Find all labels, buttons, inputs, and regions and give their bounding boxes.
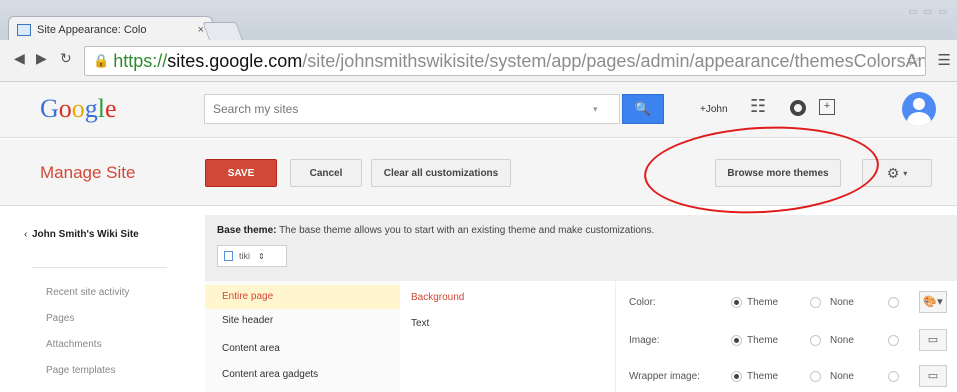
- image-theme-label: Theme: [747, 335, 779, 346]
- color-picker-button[interactable]: 🎨▾: [919, 291, 947, 313]
- apps-grid-icon[interactable]: ☷: [750, 96, 766, 117]
- color-none-radio[interactable]: [810, 297, 821, 308]
- manage-site-bar: Manage Site SAVE Cancel Clear all custom…: [0, 139, 957, 206]
- browser-toolbar: ◀ ▶ ↻ 🔒 https://sites.google.com/site/jo…: [0, 40, 957, 82]
- section-site-header[interactable]: Site header: [205, 309, 400, 333]
- sidebar-item-page-templates[interactable]: Page templates: [46, 365, 116, 376]
- wrapper-none-radio[interactable]: [810, 371, 821, 382]
- forward-arrow-icon[interactable]: ▶: [36, 50, 47, 67]
- sites-favicon-icon: [17, 23, 31, 36]
- element-list: Background Text: [400, 281, 615, 392]
- search-icon: 🔍: [634, 101, 652, 116]
- screen: Site Appearance: Colo × ▭ ▭ ▭ ◀ ▶ ↻ 🔒 ht…: [0, 0, 957, 392]
- image-label: Image:: [629, 335, 660, 346]
- browser-tab[interactable]: Site Appearance: Colo ×: [8, 16, 213, 42]
- color-theme-label: Theme: [747, 297, 779, 308]
- image-theme-radio[interactable]: [731, 335, 742, 346]
- bookmark-star-icon[interactable]: ☆: [906, 51, 921, 71]
- base-theme-panel: Base theme: The base theme allows you to…: [205, 215, 957, 281]
- gear-icon: ⚙: [886, 164, 900, 181]
- url-text: https://sites.google.com/site/johnsmiths…: [113, 50, 926, 71]
- wrapper-image-label: Wrapper image:: [629, 371, 700, 382]
- select-arrows-icon: ⇕: [258, 251, 265, 261]
- color-label: Color:: [629, 297, 656, 308]
- sidebar-item-recent-activity[interactable]: Recent site activity: [46, 287, 129, 298]
- section-list: Entire page Site header Content area Con…: [205, 281, 400, 392]
- image-none-radio[interactable]: [810, 335, 821, 346]
- section-content-area-gadgets[interactable]: Content area gadgets: [205, 363, 400, 387]
- settings-menu-button[interactable]: ⚙ ▾: [862, 159, 932, 187]
- section-entire-page[interactable]: Entire page: [205, 285, 400, 309]
- element-background[interactable]: Background: [411, 292, 464, 303]
- wrapper-theme-radio[interactable]: [731, 371, 742, 382]
- search-box: ▾: [204, 94, 620, 124]
- notifications-icon[interactable]: [790, 100, 806, 116]
- search-input[interactable]: [213, 102, 593, 116]
- chevron-down-icon: ▾: [903, 168, 908, 178]
- share-plus-icon[interactable]: +: [819, 99, 835, 115]
- tab-title: Site Appearance: Colo: [37, 23, 147, 36]
- sidebar-item-pages[interactable]: Pages: [46, 313, 74, 324]
- search-button[interactable]: 🔍: [622, 94, 664, 124]
- search-dropdown-icon[interactable]: ▾: [593, 104, 598, 115]
- color-theme-radio[interactable]: [731, 297, 742, 308]
- browser-tabbar: Site Appearance: Colo × ▭ ▭ ▭: [0, 0, 957, 42]
- wrapper-none-label: None: [830, 371, 854, 382]
- image-picker-button[interactable]: ▭: [919, 329, 947, 351]
- element-text[interactable]: Text: [411, 318, 429, 329]
- google-logo[interactable]: Google: [40, 94, 117, 124]
- color-none-label: None: [830, 297, 854, 308]
- window-controls[interactable]: ▭ ▭ ▭: [908, 6, 949, 17]
- sidebar: ‹ John Smith's Wiki Site Recent site acti…: [0, 207, 200, 392]
- image-none-label: None: [830, 335, 854, 346]
- google-header: Google ▾ 🔍 +John ☷ +: [0, 82, 957, 138]
- browser-menu-icon[interactable]: ☰: [938, 51, 951, 69]
- wrapper-custom-radio[interactable]: [888, 371, 899, 382]
- wrapper-image-picker-button[interactable]: ▭: [919, 365, 947, 387]
- cancel-button[interactable]: Cancel: [290, 159, 362, 187]
- sidebar-item-attachments[interactable]: Attachments: [46, 339, 102, 350]
- property-panel: Color: Theme None 🎨▾ Image: Theme None ▭…: [615, 281, 957, 392]
- image-custom-radio[interactable]: [888, 335, 899, 346]
- lock-icon: 🔒: [93, 53, 110, 68]
- sidebar-divider: [32, 267, 167, 268]
- color-custom-radio[interactable]: [888, 297, 899, 308]
- page-title: Manage Site: [40, 163, 136, 182]
- base-theme-select[interactable]: tiki ⇕: [217, 245, 287, 267]
- theme-icon: [224, 251, 233, 261]
- clear-customizations-button[interactable]: Clear all customizations: [371, 159, 511, 187]
- wrapper-theme-label: Theme: [747, 371, 779, 382]
- browse-more-themes-button[interactable]: Browse more themes: [715, 159, 841, 187]
- section-content-area[interactable]: Content area: [205, 337, 400, 361]
- reload-icon[interactable]: ↻: [60, 50, 72, 67]
- save-button[interactable]: SAVE: [205, 159, 277, 187]
- theme-editor: Base theme: The base theme allows you to…: [205, 215, 957, 392]
- avatar[interactable]: [902, 92, 936, 126]
- new-tab-button[interactable]: [202, 22, 244, 42]
- chevron-left-icon: ‹: [24, 229, 28, 240]
- address-bar[interactable]: 🔒 https://sites.google.com/site/johnsmit…: [84, 46, 926, 76]
- back-arrow-icon[interactable]: ◀: [14, 50, 25, 67]
- base-theme-description: Base theme: The base theme allows you to…: [217, 225, 655, 236]
- sidebar-site-link[interactable]: ‹ John Smith's Wiki Site: [24, 229, 172, 241]
- user-profile-link[interactable]: +John: [700, 104, 728, 115]
